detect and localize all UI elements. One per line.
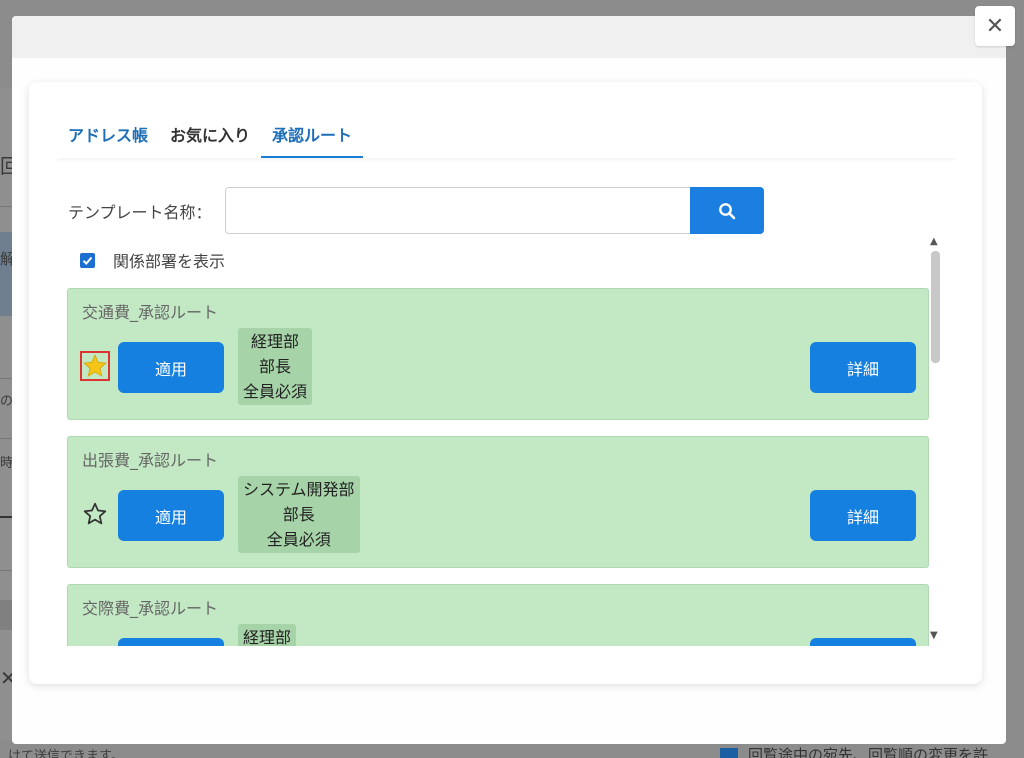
background-bottom-text: けて送信できます。	[8, 749, 124, 758]
route-card: 出張費_承認ルート 適用 システム開発部 部長 全員必須 詳細	[67, 436, 929, 568]
approver-tag: 経理部	[238, 624, 297, 646]
approver-dept: 経理部	[251, 332, 300, 351]
background-strip-2	[0, 600, 12, 630]
detail-button[interactable]: 詳細	[810, 638, 916, 646]
favorite-toggle[interactable]	[80, 499, 110, 529]
template-name-input[interactable]	[225, 187, 691, 234]
approver-role: 部長	[259, 357, 292, 376]
check-icon	[82, 256, 93, 265]
search-button[interactable]	[690, 187, 764, 234]
route-card: 交通費_承認ルート 適用 経理部 部長 全員必須 詳細	[67, 288, 929, 420]
close-button[interactable]: ✕	[975, 6, 1015, 46]
approver-tag: システム開発部 部長 全員必須	[238, 476, 360, 553]
search-icon	[719, 202, 736, 219]
star-filled-icon	[83, 354, 107, 377]
approver-role: 部長	[282, 505, 315, 524]
modal-header	[12, 16, 1006, 58]
close-icon: ✕	[985, 13, 1005, 39]
background-bottom-right-text: 回覧途中の宛先、回覧順の変更を許	[748, 746, 989, 758]
approver-tag: 経理部 部長 全員必須	[238, 328, 313, 405]
show-related-depts-checkbox[interactable]	[80, 252, 95, 268]
show-related-depts-label: 関係部署を表示	[113, 252, 226, 271]
tab-address-book[interactable]: アドレス帳	[57, 112, 159, 158]
show-related-depts-row: 関係部署を表示	[80, 248, 225, 272]
scroll-down-arrow[interactable]: ▼	[930, 630, 938, 641]
approver-dept: システム開発部	[243, 480, 355, 499]
detail-button[interactable]: 詳細	[810, 342, 916, 393]
apply-button[interactable]: 適用	[118, 342, 224, 393]
modal-dialog: アドレス帳 お気に入り 承認ルート テンプレート名称： 関係部署を表示 交通費_…	[12, 16, 1006, 744]
approver-dept: 経理部	[243, 628, 292, 646]
approver-rule: 全員必須	[243, 382, 308, 401]
tab-bar: アドレス帳 お気に入り 承認ルート	[57, 112, 364, 158]
template-name-label: テンプレート名称：	[68, 203, 212, 222]
route-card: 交際費_承認ルート 適用 経理部 詳細	[67, 584, 929, 646]
route-title: 出張費_承認ルート	[82, 451, 219, 470]
apply-button[interactable]: 適用	[118, 490, 224, 541]
approval-route-panel: アドレス帳 お気に入り 承認ルート テンプレート名称： 関係部署を表示 交通費_…	[29, 82, 982, 684]
route-title: 交際費_承認ルート	[82, 599, 219, 618]
tab-approval-route[interactable]: 承認ルート	[261, 112, 364, 158]
scrollbar-thumb[interactable]	[931, 251, 940, 363]
favorite-toggle[interactable]	[80, 351, 110, 381]
tab-divider	[57, 158, 955, 162]
star-outline-icon	[83, 502, 107, 525]
background-checkbox	[720, 748, 738, 758]
background-strip	[0, 232, 12, 316]
apply-button[interactable]: 適用	[118, 638, 224, 646]
detail-button[interactable]: 詳細	[810, 490, 916, 541]
scroll-up-arrow[interactable]: ▲	[930, 236, 938, 247]
tab-favorites[interactable]: お気に入り	[159, 112, 261, 158]
route-list[interactable]: 交通費_承認ルート 適用 経理部 部長 全員必須 詳細 出張費_承認ルート 適用…	[67, 288, 929, 646]
approver-rule: 全員必須	[266, 530, 331, 549]
route-title: 交通費_承認ルート	[82, 303, 219, 322]
